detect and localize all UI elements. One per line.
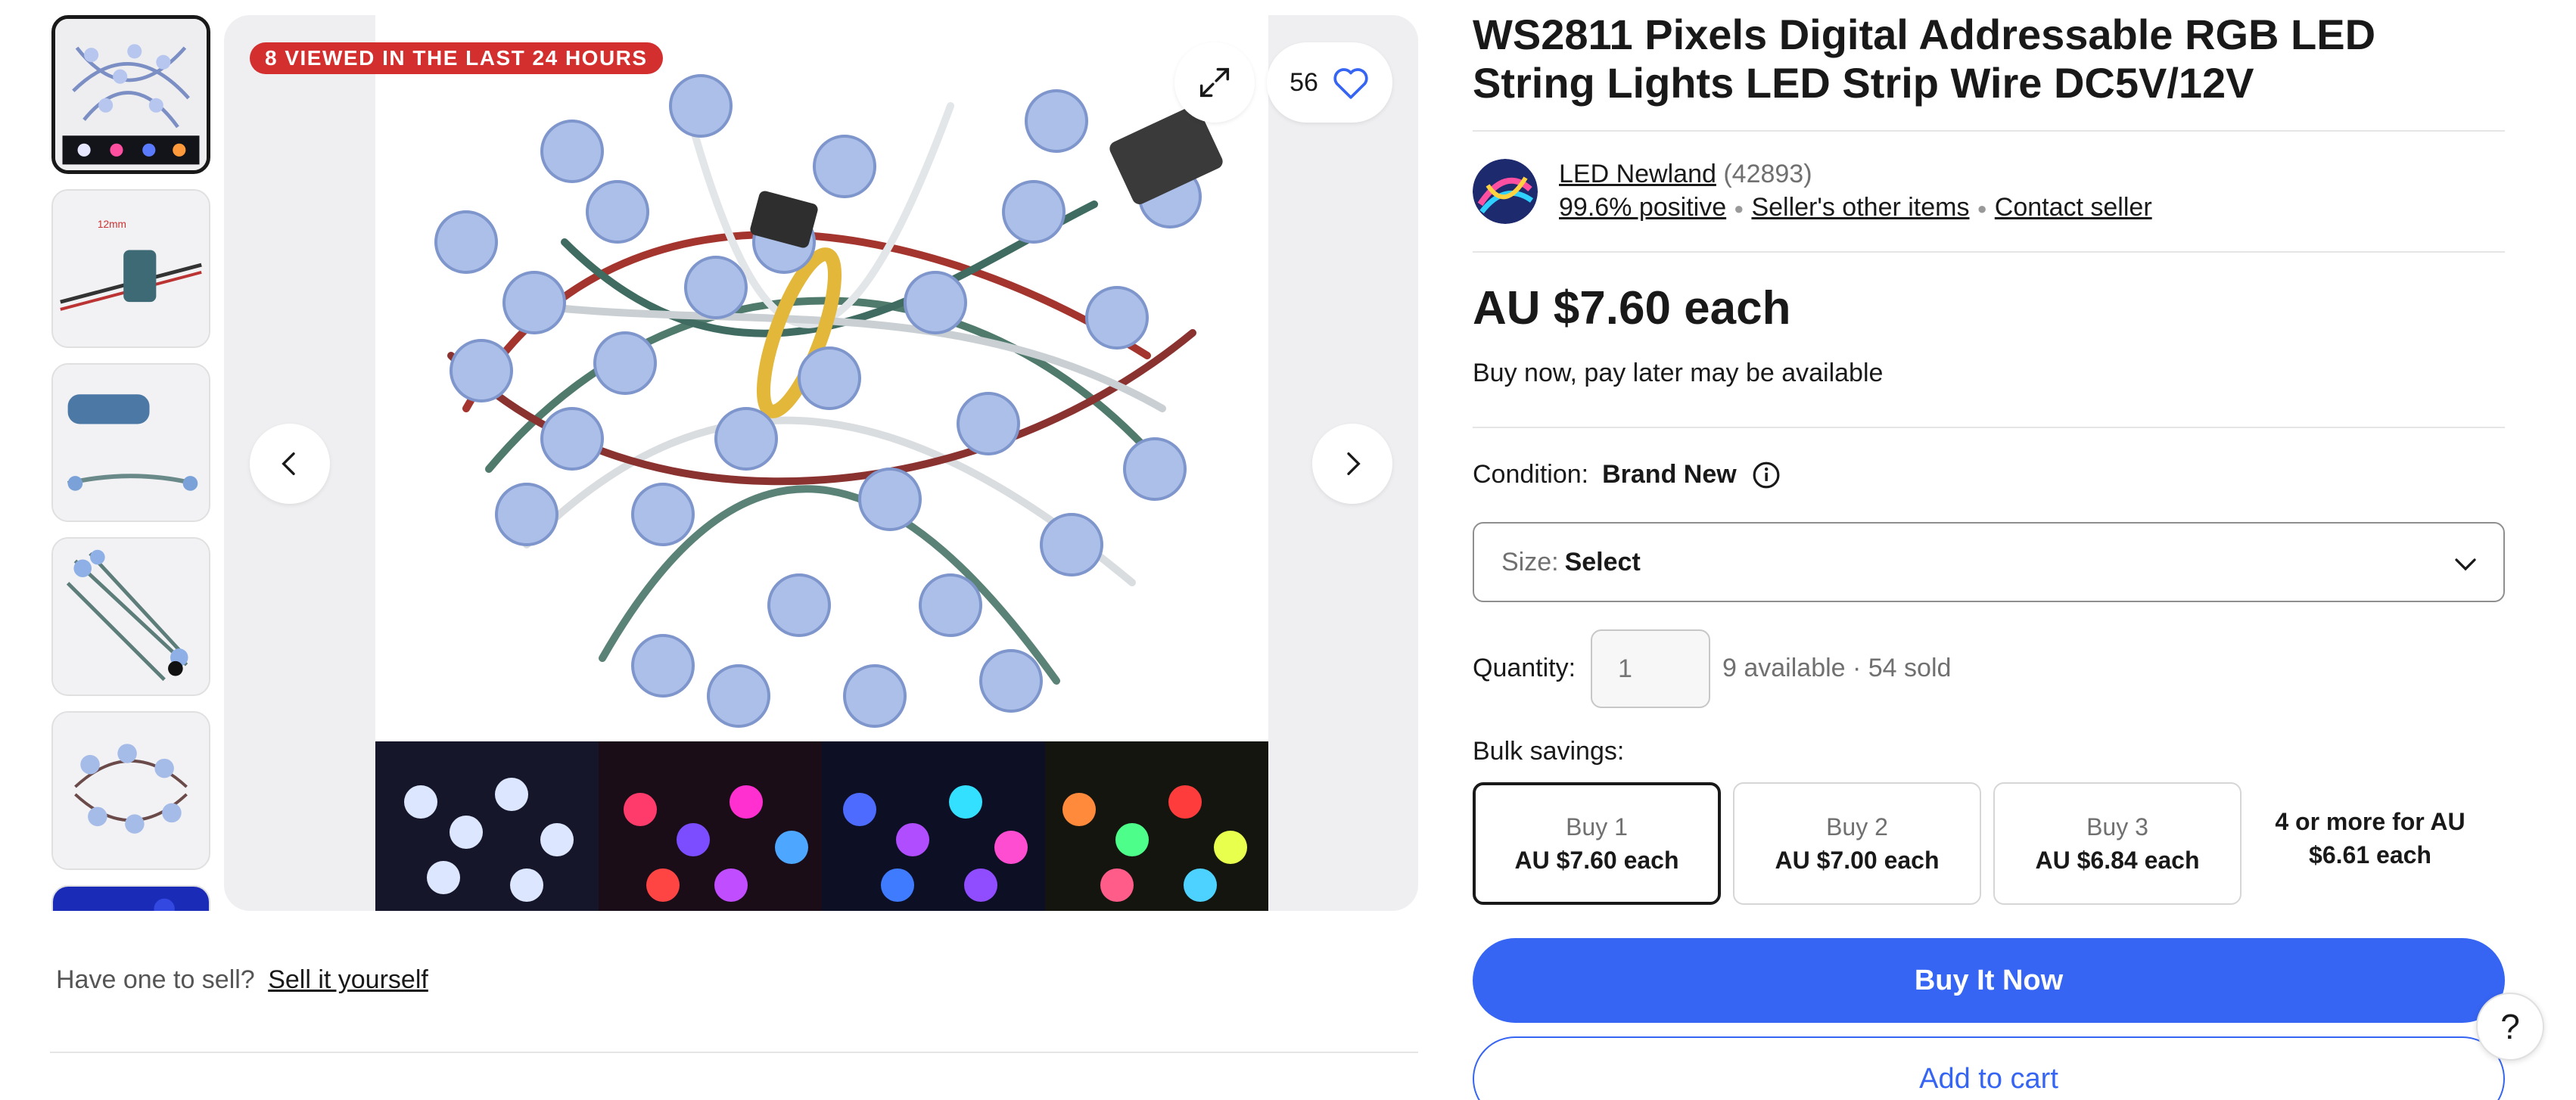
bulk-option-1[interactable]: Buy 1 AU $7.60 each	[1473, 782, 1721, 905]
next-image-button[interactable]	[1312, 424, 1392, 504]
seller-feedback-count: (42893)	[1723, 160, 1812, 188]
chevron-right-icon	[1347, 452, 1361, 475]
bulk-option-price: AU $7.00 each	[1775, 847, 1940, 874]
seller-avatar[interactable]	[1473, 159, 1538, 224]
condition-label: Condition:	[1473, 460, 1589, 489]
thumbnail-image	[53, 539, 209, 694]
size-select[interactable]: Size: Select	[1473, 522, 2505, 602]
info-icon[interactable]	[1752, 461, 1781, 489]
bulk-option-2[interactable]: Buy 2 AU $7.00 each	[1733, 782, 1981, 905]
help-icon: ?	[2500, 1007, 2520, 1046]
thumbnail-strip: 12mm	[51, 15, 210, 911]
bulk-option-qty: Buy 1	[1566, 813, 1628, 841]
contact-seller-link[interactable]: Contact seller	[1995, 193, 2152, 222]
quantity-availability: 9 available · 54 sold	[1722, 654, 1952, 682]
sell-prompt-text: Have one to sell?	[56, 965, 255, 994]
condition-value: Brand New	[1602, 460, 1737, 489]
chevron-down-icon	[2455, 558, 2476, 571]
product-photo	[375, 15, 1268, 911]
thumbnail-2[interactable]: 12mm	[51, 189, 210, 348]
seller-links: 99.6% positive ● Seller's other items ● Cont…	[1559, 192, 2152, 224]
thumbnail-image	[55, 19, 207, 170]
bulk-option-qty: Buy 3	[2086, 813, 2148, 841]
seller-other-items-link[interactable]: Seller's other items	[1751, 193, 1969, 222]
quantity-label: Quantity:	[1473, 654, 1576, 682]
expand-button[interactable]	[1174, 42, 1255, 123]
svg-text:12mm: 12mm	[98, 219, 126, 230]
seller-logo	[1473, 159, 1538, 224]
thumbnail-6[interactable]	[51, 885, 210, 911]
thumbnail-image: 12mm	[53, 191, 209, 346]
chevron-left-icon	[282, 452, 295, 475]
expand-icon	[1199, 67, 1230, 98]
separator: ●	[1977, 199, 1987, 219]
thumbnail-1[interactable]	[51, 15, 210, 174]
thumbnail-5[interactable]	[51, 711, 210, 870]
thumbnail-4[interactable]	[51, 537, 210, 696]
watch-count: 56	[1290, 67, 1318, 97]
viewed-badge: 8 VIEWED IN THE LAST 24 HOURS	[250, 42, 663, 74]
thumbnail-3[interactable]	[51, 363, 210, 522]
heart-icon	[1333, 68, 1368, 99]
buy-it-now-button[interactable]: Buy It Now	[1473, 938, 2505, 1023]
divider	[50, 1052, 1418, 1053]
seller-info: LED Newland (42893)	[1559, 159, 1812, 189]
bulk-option-qty: Buy 2	[1826, 813, 1888, 841]
separator: ●	[1734, 199, 1744, 219]
size-label: Size:	[1501, 547, 1559, 576]
divider	[1473, 427, 2505, 428]
size-value: Select	[1564, 547, 1641, 576]
help-button[interactable]: ?	[2476, 993, 2544, 1061]
bulk-option-3[interactable]: Buy 3 AU $6.84 each	[1993, 782, 2242, 905]
quantity-input[interactable]	[1591, 629, 1710, 708]
bulk-option-price: AU $7.60 each	[1514, 847, 1679, 874]
main-product-image[interactable]: 8 VIEWED IN THE LAST 24 HOURS 56	[224, 15, 1418, 911]
bulk-option-price: AU $6.84 each	[2035, 847, 2200, 874]
sell-it-yourself-link[interactable]: Sell it yourself	[268, 965, 428, 994]
thumbnail-image	[53, 887, 209, 911]
item-price: AU $7.60 each	[1473, 282, 1791, 334]
seller-positive-link[interactable]: 99.6% positive	[1559, 193, 1726, 222]
thumbnail-image	[53, 365, 209, 520]
bulk-savings-label: Bulk savings:	[1473, 737, 1625, 766]
divider	[1473, 251, 2505, 253]
bulk-option-more: 4 or more for AU $6.61 each	[2275, 808, 2466, 869]
product-title: WS2811 Pixels Digital Addressable RGB LE…	[1473, 11, 2376, 107]
sell-prompt: Have one to sell? Sell it yourself	[56, 965, 428, 995]
watch-button[interactable]: 56	[1267, 42, 1392, 123]
add-to-cart-button[interactable]: Add to cart	[1473, 1036, 2505, 1100]
divider	[1473, 130, 2505, 132]
listing-page: 12mm 8 VIEWED IN THE LAST 24 HOURS 56 Ha…	[0, 0, 2576, 1100]
previous-image-button[interactable]	[250, 424, 330, 504]
condition-row: Condition: Brand New	[1473, 460, 1781, 489]
thumbnail-image	[53, 713, 209, 869]
seller-name-link[interactable]: LED Newland	[1559, 160, 1716, 188]
pay-later-text: Buy now, pay later may be available	[1473, 359, 1884, 387]
